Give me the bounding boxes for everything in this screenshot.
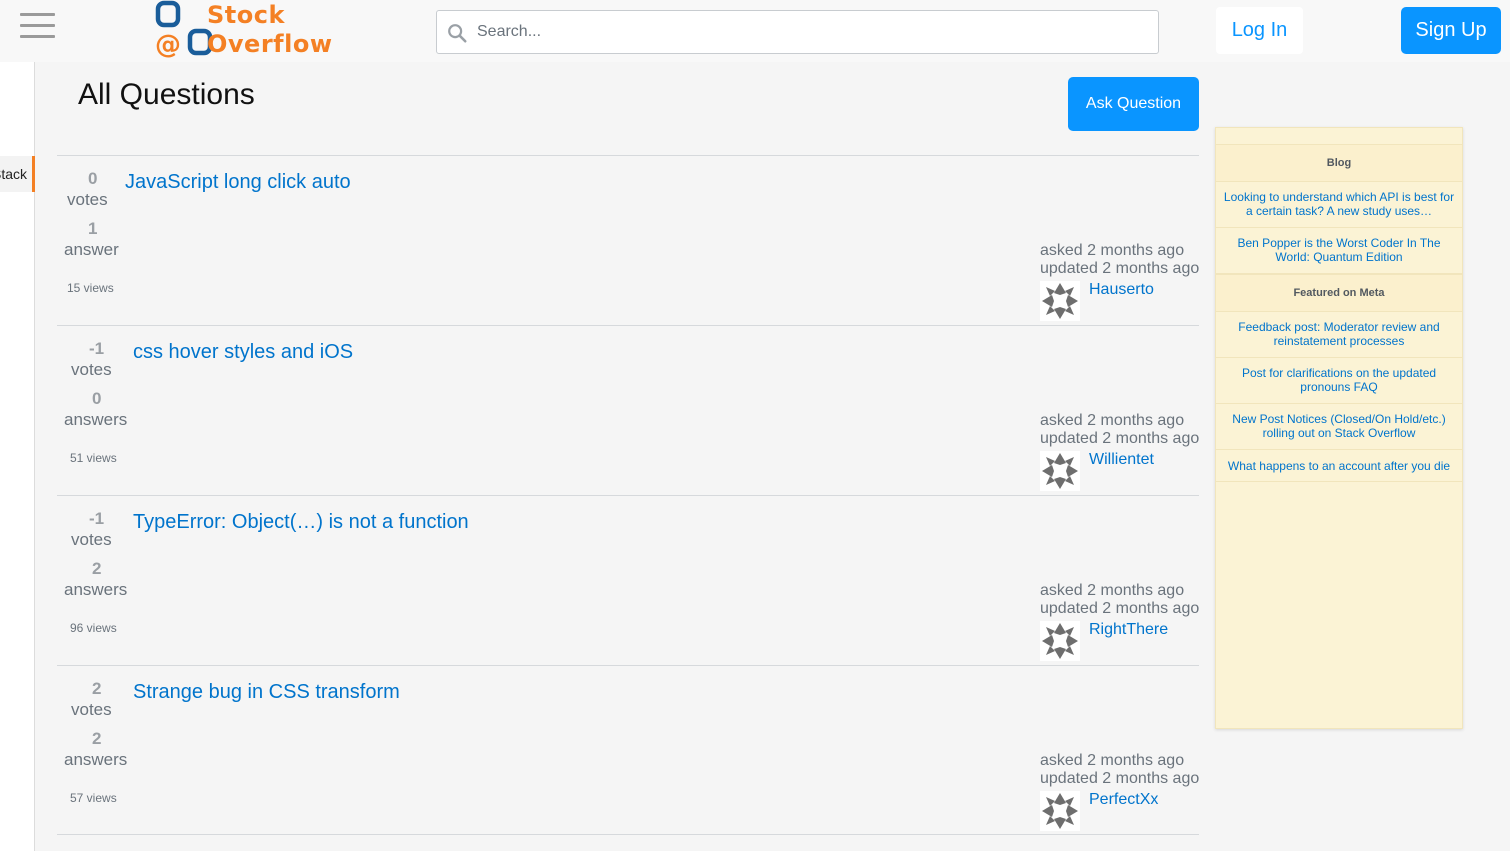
login-button[interactable]: Log In xyxy=(1216,7,1303,54)
meta-link[interactable]: What happens to an account after you die xyxy=(1216,450,1462,482)
blog-link[interactable]: Looking to understand which API is best … xyxy=(1216,182,1462,228)
avatar-icon[interactable] xyxy=(1040,621,1080,661)
signup-button[interactable]: Sign Up xyxy=(1401,7,1501,54)
asked-time: asked 2 months ago xyxy=(1040,582,1185,599)
updated-time: updated 2 months ago xyxy=(1040,430,1200,447)
svg-text:@: @ xyxy=(155,30,181,60)
question-meta: asked 2 months ago updated 2 months ago xyxy=(1040,242,1210,278)
updated-time: updated 2 months ago xyxy=(1040,600,1200,617)
vote-count: 0 xyxy=(88,169,98,188)
meta-link[interactable]: New Post Notices (Closed/On Hold/etc.) r… xyxy=(1216,404,1462,450)
question-title-link[interactable]: TypeError: Object(…) is not a function xyxy=(133,511,469,534)
page-title: All Questions xyxy=(78,78,255,111)
view-count: 15 views xyxy=(67,281,114,295)
logo-word-1: Stock xyxy=(207,1,285,29)
answer-count: 1 xyxy=(88,219,98,238)
sidebar-item-label: Stack Overflow xyxy=(0,166,28,182)
view-count: 96 views xyxy=(70,621,117,635)
vote-count: -1 xyxy=(89,509,105,528)
question-title-link[interactable]: Strange bug in CSS transform xyxy=(133,681,400,704)
question-row: -1 votes 0 answers 51 views css hover st… xyxy=(57,325,1199,495)
logo-icon: @ xyxy=(155,0,213,60)
question-title-link[interactable]: JavaScript long click auto xyxy=(125,171,351,194)
votes-label: votes xyxy=(71,700,112,719)
widget-spacer xyxy=(1216,128,1462,144)
vote-count: 2 xyxy=(92,679,102,698)
search-input[interactable] xyxy=(477,15,1147,49)
avatar-icon[interactable] xyxy=(1040,281,1080,321)
answers-label: answers xyxy=(64,750,128,769)
votes-label: votes xyxy=(71,360,112,379)
ask-question-button[interactable]: Ask Question xyxy=(1068,77,1199,131)
votes-label: votes xyxy=(67,190,108,209)
sidebar-item-stack-overflow[interactable]: Stack Overflow xyxy=(0,156,35,192)
question-row: -1 votes 2 answers 96 views TypeError: O… xyxy=(57,495,1199,665)
asked-time: asked 2 months ago xyxy=(1040,412,1185,429)
blog-header: Blog xyxy=(1216,144,1462,182)
avatar-icon[interactable] xyxy=(1040,451,1080,491)
meta-link[interactable]: Feedback post: Moderator review and rein… xyxy=(1216,312,1462,358)
updated-time: updated 2 months ago xyxy=(1040,770,1200,787)
logo-word-2: Overflow xyxy=(207,30,333,58)
view-count: 51 views xyxy=(70,451,117,465)
user-link[interactable]: Willientet xyxy=(1089,451,1154,469)
question-row: 0 votes 1 answer 15 views JavaScript lon… xyxy=(57,155,1199,325)
question-meta: asked 2 months ago updated 2 months ago xyxy=(1040,582,1210,618)
votes-label: votes xyxy=(71,530,112,549)
menu-icon[interactable] xyxy=(20,13,55,41)
answer-count: 2 xyxy=(92,729,102,748)
blog-link[interactable]: Ben Popper is the Worst Coder In The Wor… xyxy=(1216,228,1462,274)
meta-link[interactable]: Post for clarifications on the updated p… xyxy=(1216,358,1462,404)
left-sidebar: Stack Overflow xyxy=(0,62,35,851)
top-bar: @ Stock Overflow Log In Sign Up xyxy=(0,0,1510,62)
answer-count: 2 xyxy=(92,559,102,578)
answers-label: answers xyxy=(64,580,128,599)
answers-label: answers xyxy=(64,410,128,429)
updated-time: updated 2 months ago xyxy=(1040,260,1200,277)
question-meta: asked 2 months ago updated 2 months ago xyxy=(1040,752,1210,788)
search-icon xyxy=(448,24,467,43)
view-count: 57 views xyxy=(70,791,117,805)
logo[interactable]: @ Stock Overflow xyxy=(155,0,340,60)
answers-label: answer xyxy=(64,240,119,259)
answer-count: 0 xyxy=(92,389,102,408)
question-row: 2 votes 2 answers 57 views Strange bug i… xyxy=(57,665,1199,835)
user-link[interactable]: PerfectXx xyxy=(1089,791,1158,809)
question-meta: asked 2 months ago updated 2 months ago xyxy=(1040,412,1210,448)
meta-header: Featured on Meta xyxy=(1216,274,1462,312)
user-link[interactable]: Hauserto xyxy=(1089,281,1154,299)
question-title-link[interactable]: css hover styles and iOS xyxy=(133,341,353,364)
asked-time: asked 2 months ago xyxy=(1040,752,1185,769)
search-bar xyxy=(436,10,1159,54)
user-link[interactable]: RightThere xyxy=(1089,621,1168,639)
sidebar-widget: Blog Looking to understand which API is … xyxy=(1215,127,1463,729)
vote-count: -1 xyxy=(89,339,105,358)
asked-time: asked 2 months ago xyxy=(1040,242,1185,259)
avatar-icon[interactable] xyxy=(1040,791,1080,831)
